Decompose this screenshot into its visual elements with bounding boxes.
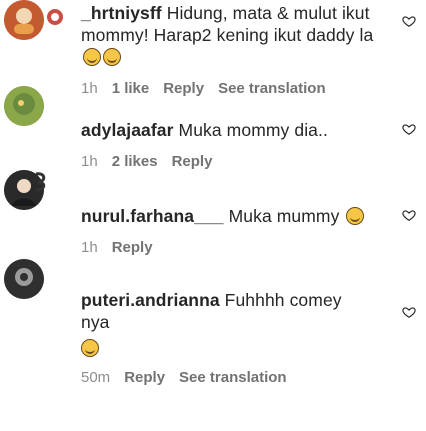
- avatar-icon: [4, 0, 44, 40]
- comment-meta: 1h 1 like Reply See translation: [81, 80, 406, 97]
- comment-time: 50m: [81, 369, 111, 386]
- partial-icon: [32, 170, 50, 192]
- reply-button[interactable]: Reply: [112, 239, 153, 256]
- comment-text: _hrtniysff Hidung, mata & mulut ikut mom…: [81, 2, 406, 68]
- reply-button[interactable]: Reply: [163, 80, 204, 97]
- left-avatars: [4, 0, 70, 431]
- like-heart-icon[interactable]: [402, 208, 416, 222]
- reply-button[interactable]: Reply: [172, 153, 213, 170]
- reply-button[interactable]: Reply: [124, 369, 165, 386]
- avatar-icon: [4, 86, 44, 126]
- avatar-adylajaafar[interactable]: [4, 86, 44, 126]
- comment-text: nurul.farhana___ Muka mummy: [81, 205, 406, 227]
- avatar-puteri[interactable]: [4, 259, 44, 299]
- laughing-emoji-icon: [83, 48, 101, 66]
- laughing-emoji-icon: [346, 207, 365, 225]
- comment-item: nurul.farhana___ Muka mummy 1h Reply: [81, 205, 406, 256]
- comment-text: adylajaafar Muka mommy dia..: [81, 119, 406, 141]
- comment-username[interactable]: _hrtniysff: [81, 3, 162, 23]
- comment-item: puteri.andrianna Fuhhhh comey nya 50m Re…: [81, 289, 406, 386]
- comment-likes[interactable]: 1 like: [112, 80, 150, 97]
- comment-text: puteri.andrianna Fuhhhh comey nya: [81, 289, 406, 357]
- see-translation-button[interactable]: See translation: [218, 80, 326, 97]
- comment-body: Muka mummy: [228, 206, 340, 226]
- comment-item: _hrtniysff Hidung, mata & mulut ikut mom…: [81, 2, 406, 97]
- comment-time: 1h: [81, 239, 98, 256]
- comment-username[interactable]: adylajaafar: [81, 120, 174, 140]
- comment-meta: 50m Reply See translation: [81, 369, 406, 386]
- comment-likes[interactable]: 2 likes: [112, 153, 158, 170]
- comment-time: 1h: [81, 80, 98, 97]
- comment-username[interactable]: puteri.andrianna: [81, 290, 220, 310]
- comment-meta: 1h Reply: [81, 239, 406, 256]
- avatar-hrtniysff[interactable]: [4, 0, 44, 40]
- like-heart-icon[interactable]: [402, 122, 416, 136]
- comment-meta: 1h 2 likes Reply: [81, 153, 406, 170]
- partial-icon: [44, 8, 62, 30]
- comment-item: adylajaafar Muka mommy dia.. 1h 2 likes …: [81, 119, 406, 170]
- like-heart-icon[interactable]: [402, 14, 416, 28]
- comment-username[interactable]: nurul.farhana___: [81, 206, 224, 226]
- see-translation-button[interactable]: See translation: [179, 369, 287, 386]
- avatar-icon: [4, 259, 44, 299]
- like-heart-icon[interactable]: [402, 305, 416, 319]
- laughing-emoji-icon: [81, 339, 99, 357]
- laughing-emoji-icon: [103, 48, 121, 66]
- comment-time: 1h: [81, 153, 98, 170]
- comment-body: Muka mommy dia..: [178, 120, 328, 140]
